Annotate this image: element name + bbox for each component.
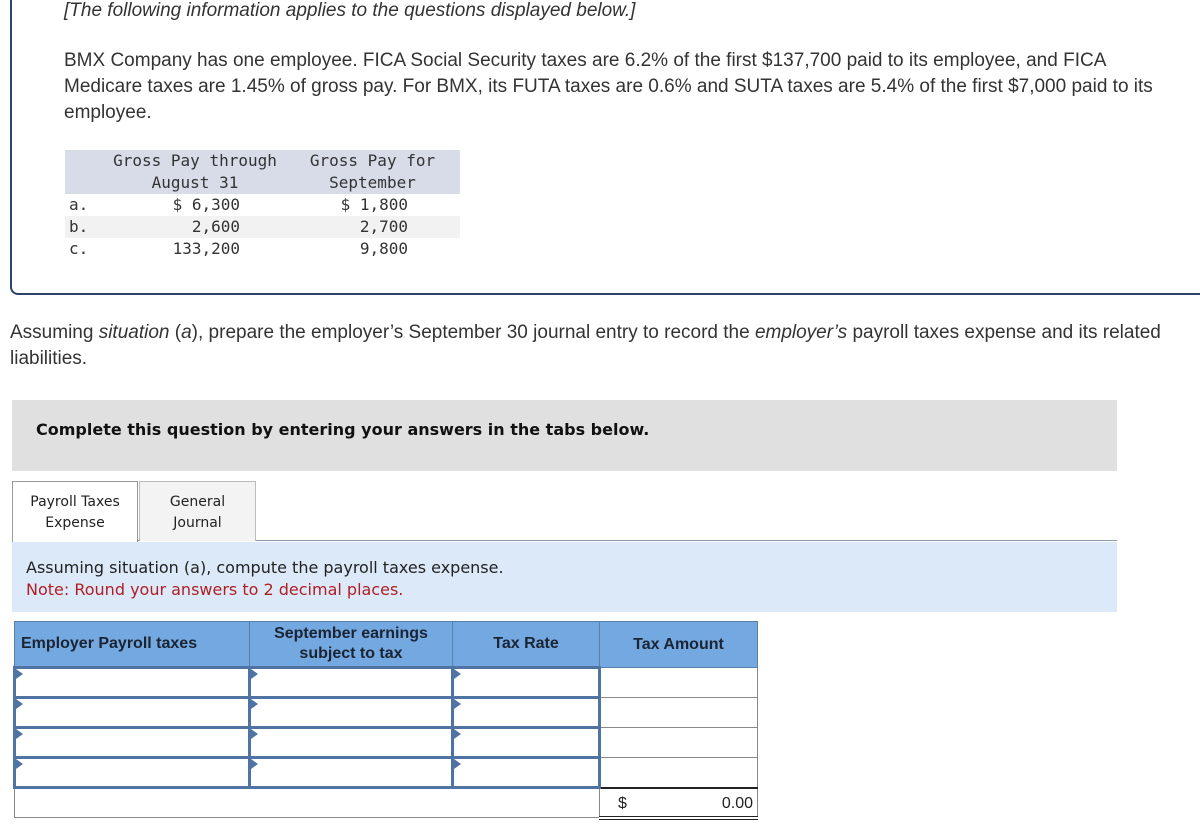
total-label-cell xyxy=(14,786,600,818)
gross-header-september-l2: September xyxy=(329,173,416,192)
instruction-text: Assuming situation (a), prepare the empl… xyxy=(10,320,1195,372)
amount-cell xyxy=(599,697,758,728)
tax-name-input[interactable] xyxy=(16,699,248,726)
instruction-italic: situation xyxy=(98,322,170,343)
gross-header-august-l2: August 31 xyxy=(151,173,239,192)
gross-header-label xyxy=(65,150,105,194)
problem-text: BMX Company has one employee. FICA Socia… xyxy=(64,50,1153,123)
tax-name-input[interactable] xyxy=(16,759,248,786)
tax-name-cell xyxy=(13,726,251,759)
gross-row-august: $ 6,300 xyxy=(172,195,240,214)
gross-row-label: c. xyxy=(69,239,89,258)
amount-cell xyxy=(599,727,758,758)
gross-header-september: Gross Pay for September xyxy=(285,150,460,194)
header-tax-amount: Tax Amount xyxy=(599,621,758,668)
gross-row-september: 9,800 xyxy=(359,239,408,258)
header-employer-payroll-taxes: Employer Payroll taxes xyxy=(14,621,250,668)
gross-row-september: 2,700 xyxy=(285,216,460,238)
panel-question: Assuming situation (a), compute the payr… xyxy=(26,558,504,577)
tab-general-journal[interactable]: General Journal xyxy=(139,481,256,541)
dropdown-flag-icon xyxy=(251,699,258,709)
gross-row: b. 2,600 2,700 xyxy=(65,216,460,238)
dropdown-flag-icon xyxy=(454,729,461,739)
payroll-tax-table: Employer Payroll taxes September earning… xyxy=(13,621,758,820)
tax-name-input[interactable] xyxy=(16,729,248,756)
instruction-part: ), prepare the employer’s September 30 j… xyxy=(191,322,755,343)
tab-label-line1: General xyxy=(169,494,226,510)
header-september-earnings-l1: September earnings xyxy=(274,625,428,642)
dropdown-flag-icon xyxy=(251,729,258,739)
tab-payroll-taxes-expense[interactable]: Payroll Taxes Expense xyxy=(12,481,138,542)
gross-header-september-l1: Gross Pay for xyxy=(309,151,436,170)
earnings-cell xyxy=(248,666,454,699)
earnings-cell xyxy=(248,756,454,789)
banner-text: Complete this question by entering your … xyxy=(36,420,650,439)
rate-input[interactable] xyxy=(454,759,598,786)
table-row xyxy=(13,666,758,699)
header-september-earnings-l2: subject to tax xyxy=(299,645,403,662)
dropdown-flag-icon xyxy=(16,699,23,709)
gross-header-august: Gross Pay through August 31 xyxy=(105,150,285,194)
dropdown-flag-icon xyxy=(251,759,258,769)
gross-header-august-l1: Gross Pay through xyxy=(113,151,277,170)
gross-row-label: b. xyxy=(65,216,105,238)
tab-bar: Payroll Taxes Expense General Journal xyxy=(12,481,1117,542)
tax-name-cell xyxy=(13,696,251,729)
rate-input[interactable] xyxy=(454,699,598,726)
instructions-banner: Complete this question by entering your … xyxy=(12,400,1117,471)
earnings-cell xyxy=(248,696,454,729)
gross-row: a. $ 6,300 $ 1,800 xyxy=(65,194,460,216)
table-row xyxy=(13,756,758,789)
rate-cell xyxy=(451,696,601,729)
gross-row-august: 133,200 xyxy=(172,239,240,258)
gross-row-label: a. xyxy=(69,195,89,214)
intro-text: [The following information applies to th… xyxy=(64,0,636,21)
tax-name-input[interactable] xyxy=(16,669,248,696)
earnings-input[interactable] xyxy=(251,759,451,786)
dropdown-flag-icon xyxy=(454,669,461,679)
amount-cell xyxy=(599,757,758,788)
tab-label-line2: Expense xyxy=(45,515,105,531)
dropdown-flag-icon xyxy=(454,759,461,769)
table-row xyxy=(13,696,758,729)
dropdown-flag-icon xyxy=(251,669,258,679)
tax-name-cell xyxy=(13,756,251,789)
rate-cell xyxy=(451,666,601,699)
instruction-italic: a xyxy=(181,322,192,343)
earnings-input[interactable] xyxy=(251,729,451,756)
instruction-part: ( xyxy=(169,322,182,343)
panel-note: Note: Round your answers to 2 decimal pl… xyxy=(26,580,404,599)
rate-input[interactable] xyxy=(454,729,598,756)
dropdown-flag-icon xyxy=(16,759,23,769)
rate-cell xyxy=(451,726,601,759)
gross-row-august: 2,600 xyxy=(105,216,285,238)
dropdown-flag-icon xyxy=(16,669,23,679)
header-tax-rate: Tax Rate xyxy=(452,621,600,668)
rate-cell xyxy=(451,756,601,789)
amount-cell xyxy=(599,667,758,698)
tab-label-line1: Payroll Taxes xyxy=(30,494,120,510)
total-row: $ 0.00 xyxy=(14,786,758,820)
gross-row: c. 133,200 9,800 xyxy=(65,238,460,260)
gross-pay-table: Gross Pay through August 31 Gross Pay for… xyxy=(65,150,460,260)
total-amount: 0.00 xyxy=(721,794,753,812)
instruction-part: Assuming xyxy=(10,322,99,343)
earnings-input[interactable] xyxy=(251,669,451,696)
tab-label-line2: Journal xyxy=(173,515,222,531)
table-row xyxy=(13,726,758,759)
header-september-earnings: September earnings subject to tax xyxy=(249,621,453,668)
earnings-input[interactable] xyxy=(251,699,451,726)
dropdown-flag-icon xyxy=(454,699,461,709)
instruction-italic: employer’s xyxy=(754,322,848,343)
question-panel: Assuming situation (a), compute the payr… xyxy=(12,542,1117,612)
currency-symbol: $ xyxy=(618,794,627,812)
gross-row-september: $ 1,800 xyxy=(340,195,408,214)
total-amount-cell: $ 0.00 xyxy=(599,786,758,820)
tax-name-cell xyxy=(13,666,251,699)
earnings-cell xyxy=(248,726,454,759)
rate-input[interactable] xyxy=(454,669,598,696)
dropdown-flag-icon xyxy=(16,729,23,739)
